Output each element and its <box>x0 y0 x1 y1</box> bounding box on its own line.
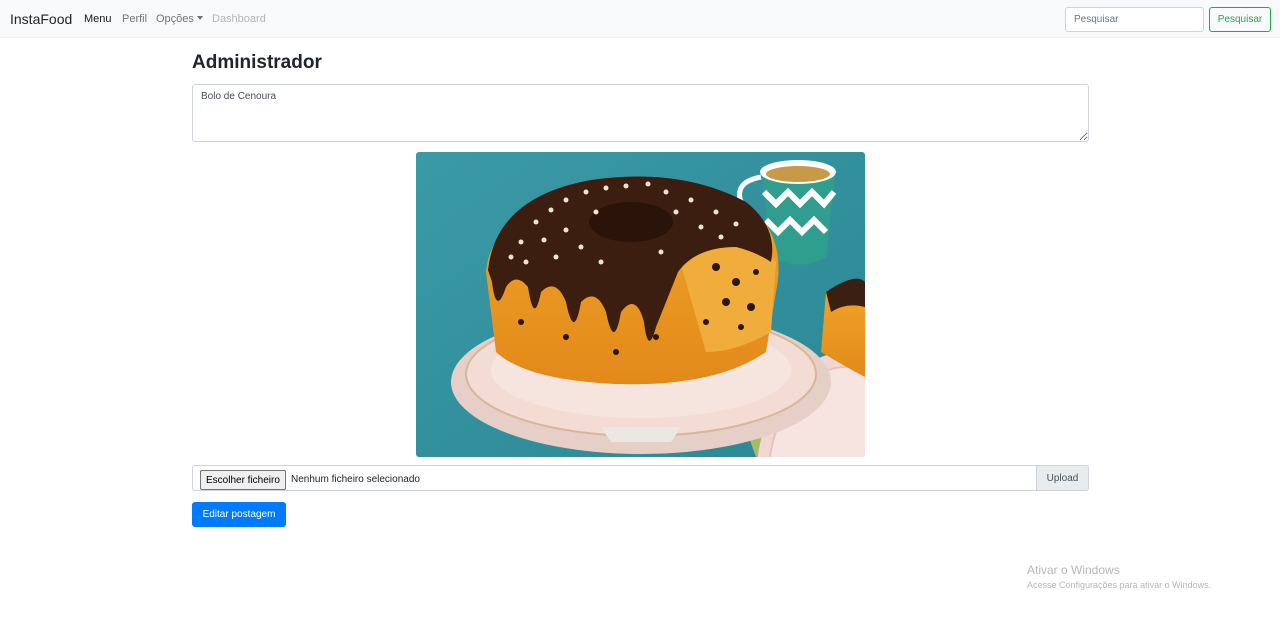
choose-file-button[interactable]: Escolher ficheiro <box>200 470 286 490</box>
nav-dropdown-label: Opções <box>156 13 194 25</box>
post-image <box>416 152 865 457</box>
nav-link-perfil[interactable]: Perfil <box>122 13 147 25</box>
windows-activation-title: Ativar o Windows <box>1027 563 1120 577</box>
search-button[interactable]: Pesquisar <box>1209 7 1271 32</box>
post-description-textarea[interactable] <box>192 84 1089 142</box>
nav-link-menu[interactable]: Menu <box>84 13 112 25</box>
search-input[interactable] <box>1065 7 1204 32</box>
file-upload-group: Escolher ficheiro Nenhum ficheiro seleci… <box>192 465 1089 491</box>
edit-post-button[interactable]: Editar postagem <box>192 502 286 527</box>
caret-down-icon <box>196 16 203 20</box>
nav-link-dashboard: Dashboard <box>212 13 266 25</box>
upload-button[interactable]: Upload <box>1036 465 1089 491</box>
cake-photo <box>416 152 865 457</box>
brand-logo[interactable]: InstaFood <box>10 11 72 27</box>
file-status-text: Nenhum ficheiro selecionado <box>291 474 420 485</box>
windows-activation-subtitle: Acesse Configurações para ativar o Windo… <box>1027 580 1212 590</box>
page-title: Administrador <box>192 52 322 73</box>
nav-dropdown-opcoes[interactable]: Opções <box>156 13 203 25</box>
navbar: InstaFood Menu Perfil Opções Dashboard P… <box>0 0 1280 38</box>
